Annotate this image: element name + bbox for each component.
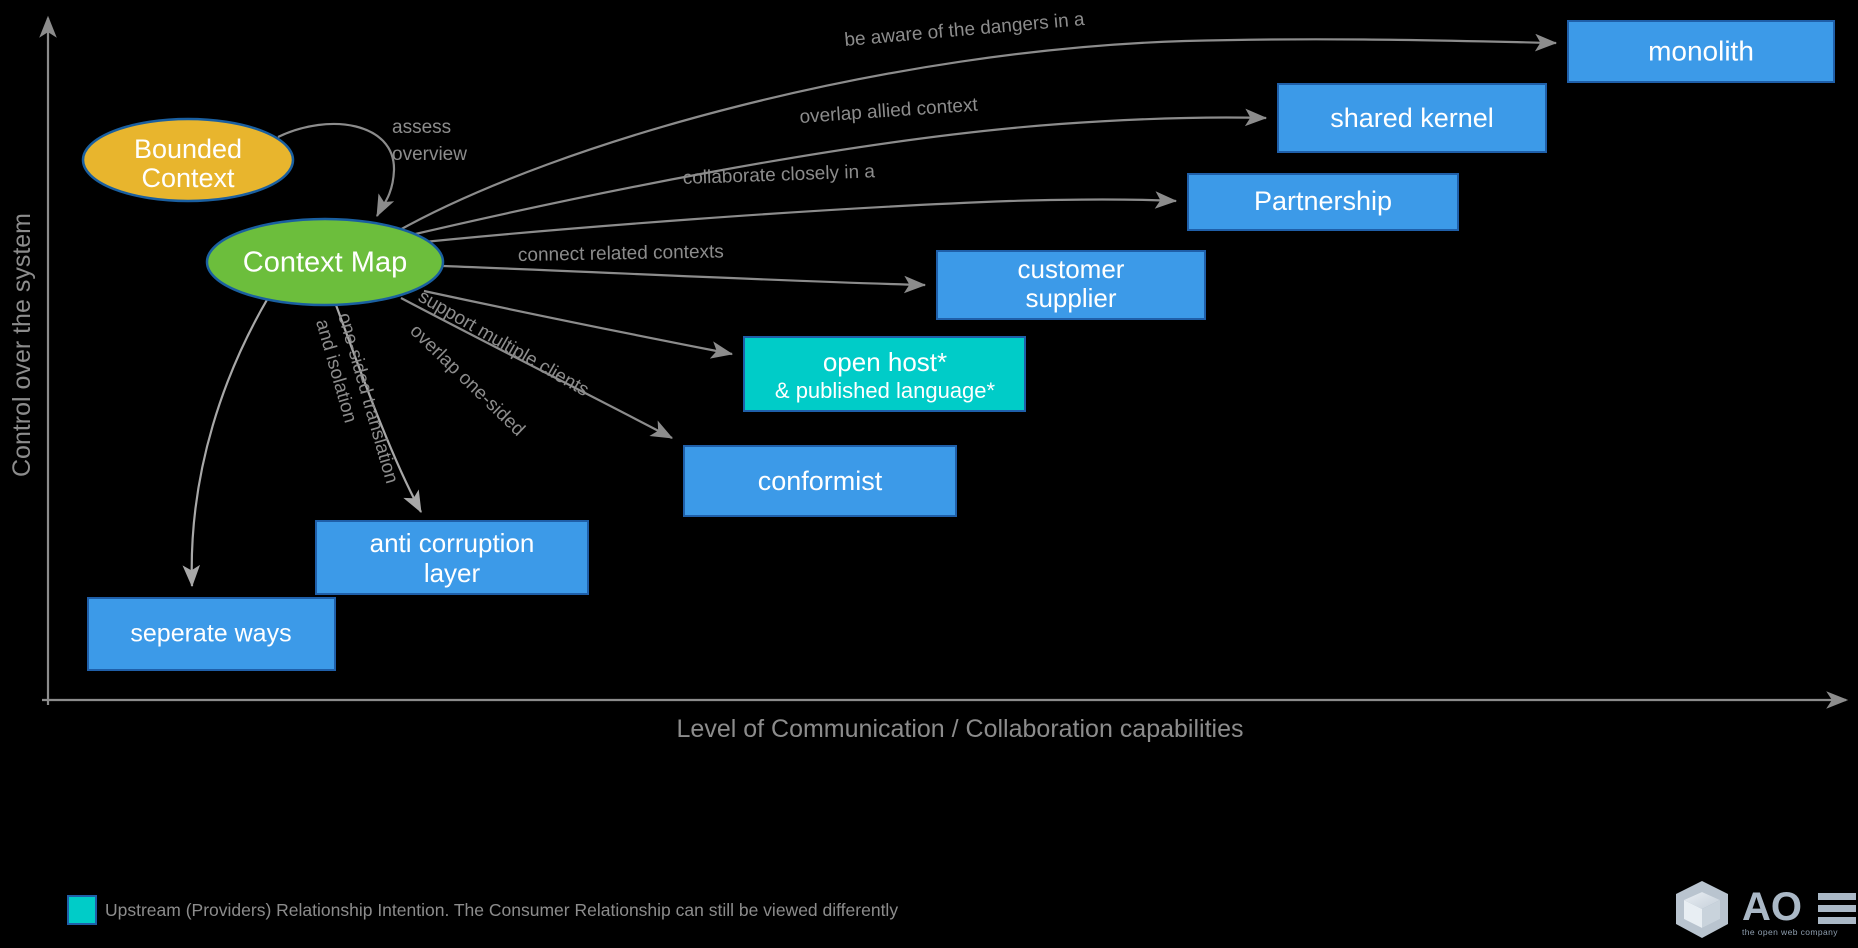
y-axis-label: Control over the system — [8, 213, 36, 477]
edge-assess-overview — [277, 122, 396, 217]
node-bounded-context[interactable]: Bounded Context — [81, 117, 295, 203]
edge-label-collaborate-partnership: collaborate closely in a — [682, 161, 875, 189]
edge-collaborate-partnership — [403, 191, 1178, 246]
aoe-tagline: the open web company — [1742, 927, 1838, 937]
edge-label-assess: assess — [392, 117, 451, 138]
anti-corruption-layer-label-line2: layer — [424, 558, 481, 588]
aoe-logo: AO the open web company — [1676, 881, 1856, 938]
edge-label-overview: overview — [392, 144, 467, 165]
edge-label-dangers-monolith: be aware of the dangers in a — [844, 9, 1086, 51]
aoe-e-bars-icon — [1818, 893, 1856, 924]
cube-icon — [1676, 881, 1728, 938]
customer-supplier-label-line1: customer — [1018, 254, 1125, 284]
aoe-wordmark: AO — [1742, 885, 1802, 929]
customer-supplier-label-line2: supplier — [1025, 283, 1116, 313]
node-anti-corruption-layer[interactable]: anti corruption layer — [315, 520, 589, 595]
legend: Upstream (Providers) Relationship Intent… — [67, 895, 898, 925]
x-axis-label: Level of Communication / Collaboration c… — [677, 715, 1244, 743]
seperate-ways-label: seperate ways — [130, 620, 291, 648]
edge-context-map-seperate-ways — [182, 297, 269, 588]
monolith-label: monolith — [1648, 35, 1754, 66]
bounded-context-label-line2: Context — [141, 163, 235, 193]
conformist-label: conformist — [758, 466, 883, 496]
diagram-canvas: Control over the system Level of Communi… — [0, 0, 1858, 948]
partnership-label: Partnership — [1254, 186, 1392, 216]
legend-swatch — [67, 895, 97, 925]
bounded-context-label-line1: Bounded — [134, 134, 242, 164]
anti-corruption-layer-label-line1: anti corruption — [370, 528, 535, 558]
node-open-host[interactable]: open host* & published language* — [743, 336, 1026, 412]
node-monolith[interactable]: monolith — [1567, 20, 1835, 83]
node-context-map[interactable]: Context Map — [205, 217, 445, 307]
edge-label-overlap-allied: overlap allied context — [799, 95, 979, 128]
node-conformist[interactable]: conformist — [683, 445, 957, 517]
edge-label-connect-related-contexts: connect related contexts — [518, 241, 724, 266]
node-partnership[interactable]: Partnership — [1187, 173, 1459, 231]
context-map-diagram: Control over the system Level of Communi… — [8, 9, 1856, 938]
open-host-label-line2: & published language* — [775, 378, 996, 403]
node-customer-supplier[interactable]: customer supplier — [936, 250, 1206, 320]
legend-text: Upstream (Providers) Relationship Intent… — [105, 900, 898, 920]
open-host-label-line1: open host* — [823, 347, 947, 377]
context-map-label: Context Map — [243, 247, 407, 279]
node-seperate-ways[interactable]: seperate ways — [87, 597, 336, 671]
shared-kernel-label: shared kernel — [1330, 103, 1494, 133]
edge-connect-related-contexts — [442, 264, 927, 294]
node-shared-kernel[interactable]: shared kernel — [1277, 83, 1547, 153]
